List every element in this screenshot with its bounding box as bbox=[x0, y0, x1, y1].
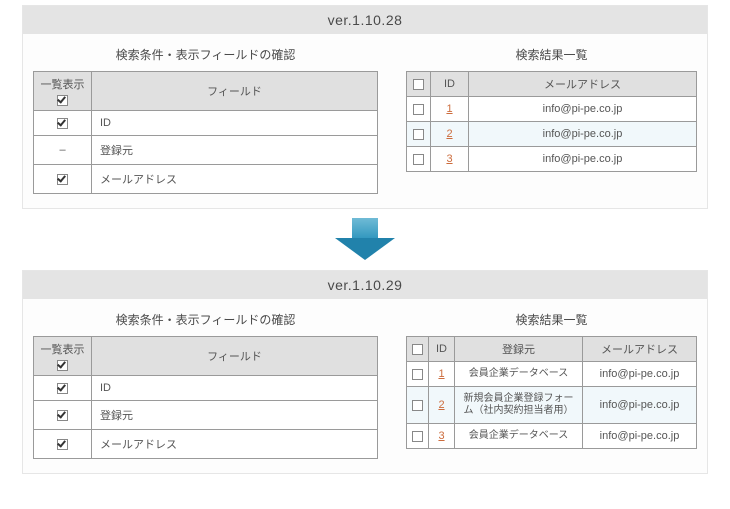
checkbox-all-fields[interactable] bbox=[57, 360, 68, 371]
field-row: ID bbox=[34, 376, 378, 401]
results-table-after: ID 登録元 メールアドレス 1 会員企業データベース info@pi-pe.c… bbox=[406, 336, 697, 449]
results-header-check bbox=[407, 337, 429, 362]
results-header-row: ID メールアドレス bbox=[407, 72, 697, 97]
field-row: ID bbox=[34, 111, 378, 136]
result-row: 2 新規会員企業登録フォーム（社内契約担当者用） info@pi-pe.co.j… bbox=[407, 387, 697, 424]
fields-table-before: 一覧表示 フィールド ID – 登録元 メールアドレス bbox=[33, 71, 378, 194]
field-name: ID bbox=[92, 111, 378, 136]
fields-section-after: 検索条件・表示フィールドの確認 一覧表示 フィールド ID bbox=[33, 305, 378, 459]
origin-cell: 会員企業データベース bbox=[455, 424, 583, 449]
result-row: 3 会員企業データベース info@pi-pe.co.jp bbox=[407, 424, 697, 449]
field-name: 登録元 bbox=[92, 136, 378, 165]
origin-cell: 新規会員企業登録フォーム（社内契約担当者用） bbox=[455, 387, 583, 424]
field-row: メールアドレス bbox=[34, 430, 378, 459]
fields-header-display: 一覧表示 bbox=[34, 72, 92, 111]
id-link[interactable]: 1 bbox=[446, 103, 452, 115]
id-link[interactable]: 2 bbox=[446, 128, 452, 140]
email-cell: info@pi-pe.co.jp bbox=[469, 122, 697, 147]
fields-header-display: 一覧表示 bbox=[34, 337, 92, 376]
field-row: メールアドレス bbox=[34, 165, 378, 194]
fields-header-row: 一覧表示 フィールド bbox=[34, 337, 378, 376]
arrow-down bbox=[0, 214, 730, 265]
id-link[interactable]: 3 bbox=[446, 153, 452, 165]
display-header-label: 一覧表示 bbox=[41, 341, 85, 357]
id-link[interactable]: 3 bbox=[438, 430, 444, 442]
field-name: メールアドレス bbox=[92, 165, 378, 194]
fields-title: 検索条件・表示フィールドの確認 bbox=[33, 40, 378, 71]
results-title: 検索結果一覧 bbox=[406, 40, 697, 71]
checkbox-row[interactable] bbox=[413, 104, 424, 115]
field-name: ID bbox=[92, 376, 378, 401]
results-header-id: ID bbox=[431, 72, 469, 97]
checkbox-field[interactable] bbox=[57, 118, 68, 129]
result-row: 1 info@pi-pe.co.jp bbox=[407, 97, 697, 122]
checkbox-row[interactable] bbox=[413, 154, 424, 165]
arrow-down-icon bbox=[335, 218, 395, 260]
checkbox-field[interactable] bbox=[57, 174, 68, 185]
panel-after: ver.1.10.29 検索条件・表示フィールドの確認 一覧表示 フィールド bbox=[22, 270, 708, 474]
results-title: 検索結果一覧 bbox=[406, 305, 697, 336]
display-header-label: 一覧表示 bbox=[41, 76, 85, 92]
email-cell: info@pi-pe.co.jp bbox=[583, 362, 697, 387]
version-label-before: ver.1.10.28 bbox=[23, 6, 707, 34]
fields-header-field: フィールド bbox=[92, 72, 378, 111]
fields-header-row: 一覧表示 フィールド bbox=[34, 72, 378, 111]
checkbox-field[interactable] bbox=[57, 439, 68, 450]
results-section-before: 検索結果一覧 ID メールアドレス 1 info@pi-pe.co.jp 2 i… bbox=[406, 40, 697, 194]
results-header-check bbox=[407, 72, 431, 97]
checkbox-all-results[interactable] bbox=[413, 79, 424, 90]
result-row: 1 会員企業データベース info@pi-pe.co.jp bbox=[407, 362, 697, 387]
field-row: – 登録元 bbox=[34, 136, 378, 165]
results-header-email: メールアドレス bbox=[583, 337, 697, 362]
fields-header-field: フィールド bbox=[92, 337, 378, 376]
fields-title: 検索条件・表示フィールドの確認 bbox=[33, 305, 378, 336]
checkbox-field[interactable] bbox=[57, 410, 68, 421]
id-link[interactable]: 2 bbox=[438, 399, 444, 411]
columns-after: 検索条件・表示フィールドの確認 一覧表示 フィールド ID bbox=[23, 305, 707, 459]
checkbox-row[interactable] bbox=[413, 129, 424, 140]
columns-before: 検索条件・表示フィールドの確認 一覧表示 フィールド ID bbox=[23, 40, 707, 194]
checkbox-all-results[interactable] bbox=[412, 344, 423, 355]
fields-table-after: 一覧表示 フィールド ID 登録元 メールアドレス bbox=[33, 336, 378, 459]
field-row: 登録元 bbox=[34, 401, 378, 430]
email-cell: info@pi-pe.co.jp bbox=[583, 424, 697, 449]
result-row: 2 info@pi-pe.co.jp bbox=[407, 122, 697, 147]
checkbox-dash: – bbox=[59, 144, 65, 156]
checkbox-row[interactable] bbox=[412, 400, 423, 411]
checkbox-row[interactable] bbox=[412, 431, 423, 442]
results-table-before: ID メールアドレス 1 info@pi-pe.co.jp 2 info@pi-… bbox=[406, 71, 697, 172]
field-name: 登録元 bbox=[92, 401, 378, 430]
fields-section-before: 検索条件・表示フィールドの確認 一覧表示 フィールド ID bbox=[33, 40, 378, 194]
checkbox-row[interactable] bbox=[412, 369, 423, 380]
results-header-origin: 登録元 bbox=[455, 337, 583, 362]
results-section-after: 検索結果一覧 ID 登録元 メールアドレス 1 会員企業データベース info@… bbox=[406, 305, 697, 459]
origin-cell: 会員企業データベース bbox=[455, 362, 583, 387]
id-link[interactable]: 1 bbox=[438, 368, 444, 380]
email-cell: info@pi-pe.co.jp bbox=[469, 97, 697, 122]
results-header-row: ID 登録元 メールアドレス bbox=[407, 337, 697, 362]
results-header-email: メールアドレス bbox=[469, 72, 697, 97]
field-name: メールアドレス bbox=[92, 430, 378, 459]
checkbox-field[interactable] bbox=[57, 383, 68, 394]
checkbox-all-fields[interactable] bbox=[57, 95, 68, 106]
panel-before: ver.1.10.28 検索条件・表示フィールドの確認 一覧表示 フィールド bbox=[22, 5, 708, 209]
version-label-after: ver.1.10.29 bbox=[23, 271, 707, 299]
results-header-id: ID bbox=[429, 337, 455, 362]
email-cell: info@pi-pe.co.jp bbox=[469, 147, 697, 172]
email-cell: info@pi-pe.co.jp bbox=[583, 387, 697, 424]
result-row: 3 info@pi-pe.co.jp bbox=[407, 147, 697, 172]
